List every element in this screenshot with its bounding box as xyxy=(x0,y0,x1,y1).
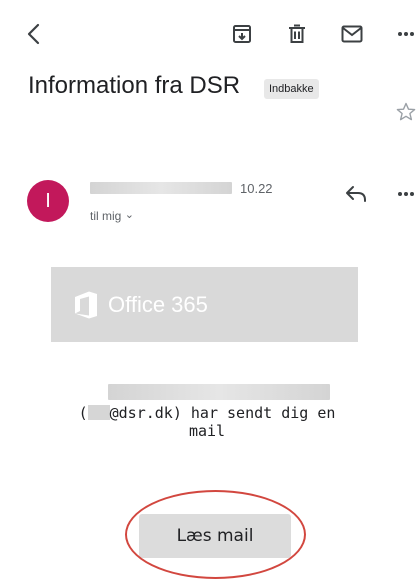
redacted-email-user xyxy=(87,405,110,420)
message-line-1: ( @dsr.dk) har sendt dig en xyxy=(40,404,374,422)
chevron-left-icon xyxy=(27,23,40,45)
reply-button[interactable] xyxy=(342,182,370,206)
message-body: ( @dsr.dk) har sendt dig en mail xyxy=(40,404,374,440)
avatar[interactable]: I xyxy=(27,180,69,222)
more-options-button[interactable] xyxy=(394,22,417,46)
redacted-display-name xyxy=(108,384,330,400)
email-time: 10.22 xyxy=(240,181,273,196)
office-logo: Office 365 xyxy=(73,290,208,320)
message-text-line-2: mail xyxy=(188,422,226,440)
back-button[interactable] xyxy=(22,20,46,48)
office-logo-icon xyxy=(75,291,97,319)
archive-icon xyxy=(233,25,251,43)
star-button[interactable] xyxy=(395,100,417,124)
archive-button[interactable] xyxy=(230,22,254,46)
recipient-label: til mig xyxy=(90,209,122,223)
recipient-details-toggle[interactable]: til mig ⌄ xyxy=(90,209,134,223)
trash-icon xyxy=(289,24,305,43)
star-outline-icon xyxy=(396,102,416,121)
redacted-sender-name xyxy=(90,182,232,194)
label-badge[interactable]: Indbakke xyxy=(264,79,319,99)
delete-button[interactable] xyxy=(285,22,309,46)
chevron-down-icon: ⌄ xyxy=(124,209,134,221)
read-mail-button[interactable]: Læs mail xyxy=(139,514,291,558)
message-text-line-1: @dsr.dk) har sendt dig en xyxy=(109,404,336,422)
mail-icon xyxy=(341,25,363,43)
office-365-banner: Office 365 xyxy=(51,267,358,342)
more-horizontal-icon xyxy=(397,32,414,36)
reply-icon xyxy=(346,186,366,202)
mark-unread-button[interactable] xyxy=(339,22,365,46)
sender-more-button[interactable] xyxy=(394,182,417,206)
email-subject: Information fra DSR xyxy=(28,72,241,99)
office-365-text: Office 365 xyxy=(108,292,208,317)
message-paren-open: ( xyxy=(78,404,88,422)
more-horizontal-icon xyxy=(397,192,414,196)
